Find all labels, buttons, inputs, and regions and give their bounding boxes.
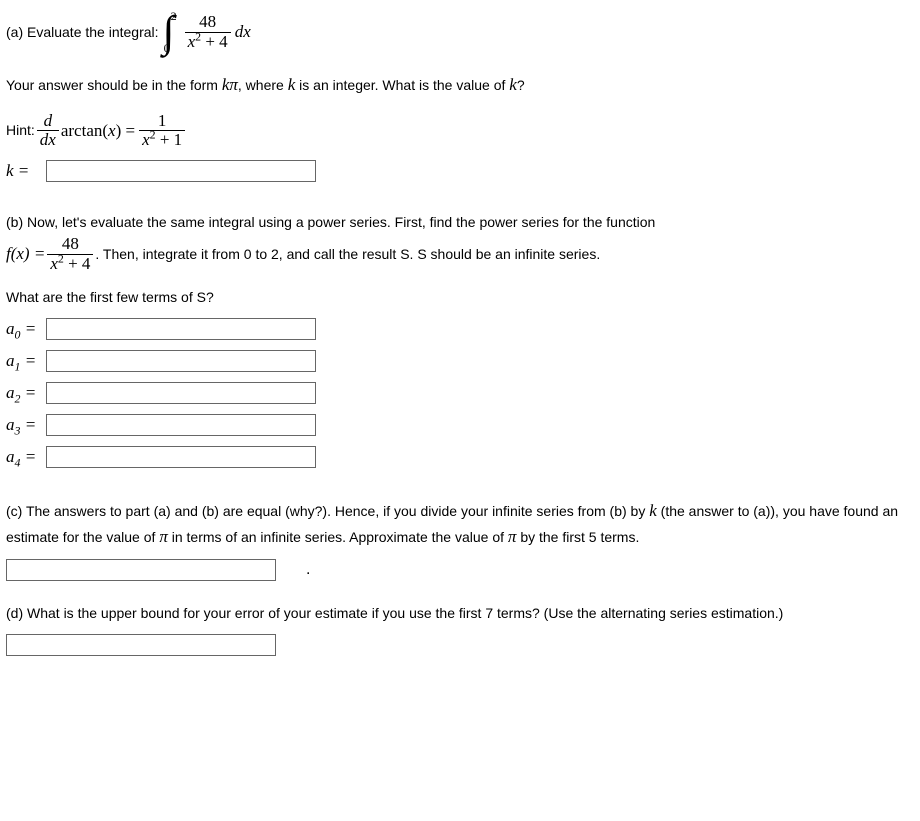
- a0-label: a0 =: [6, 319, 46, 339]
- a3-input[interactable]: [46, 414, 316, 436]
- integrand-den: x2 + 4: [185, 33, 231, 52]
- a0-row: a0 =: [6, 318, 914, 340]
- part-d-input-row: [6, 634, 914, 656]
- a4-row: a4 =: [6, 446, 914, 468]
- part-a-prompt: (a) Evaluate the integral: ∫ 2 0 48 x2 +…: [6, 10, 914, 54]
- part-b-question: What are the first few terms of S?: [6, 287, 914, 308]
- part-d-text: (d) What is the upper bound for your err…: [6, 603, 914, 624]
- part-c-input-row: .: [6, 559, 914, 581]
- a1-row: a1 =: [6, 350, 914, 372]
- integrand-dx: dx: [235, 19, 251, 45]
- a0-input[interactable]: [46, 318, 316, 340]
- part-c-text: (c) The answers to part (a) and (b) are …: [6, 498, 914, 549]
- integrand-num: 48: [185, 13, 231, 33]
- dot: .: [306, 561, 310, 579]
- k-label: k =: [6, 161, 46, 181]
- a3-label: a3 =: [6, 415, 46, 435]
- part-a-hint: Hint: d dx arctan(x) = 1 x2 + 1: [6, 112, 914, 150]
- int-upper: 2: [171, 10, 177, 22]
- a3-row: a3 =: [6, 414, 914, 436]
- a2-label: a2 =: [6, 383, 46, 403]
- k-input-row: k =: [6, 160, 914, 182]
- part-a-text: (a) Evaluate the integral:: [6, 22, 159, 43]
- int-lower: 0: [164, 42, 170, 54]
- a4-label: a4 =: [6, 447, 46, 467]
- part-b-text: (b) Now, let's evaluate the same integra…: [6, 212, 914, 273]
- part-a-instruction: Your answer should be in the form kπ, wh…: [6, 72, 914, 98]
- k-input[interactable]: [46, 160, 316, 182]
- a1-label: a1 =: [6, 351, 46, 371]
- a2-row: a2 =: [6, 382, 914, 404]
- a2-input[interactable]: [46, 382, 316, 404]
- pi-approx-input[interactable]: [6, 559, 276, 581]
- error-bound-input[interactable]: [6, 634, 276, 656]
- a1-input[interactable]: [46, 350, 316, 372]
- a4-input[interactable]: [46, 446, 316, 468]
- hint-label: Hint:: [6, 120, 35, 141]
